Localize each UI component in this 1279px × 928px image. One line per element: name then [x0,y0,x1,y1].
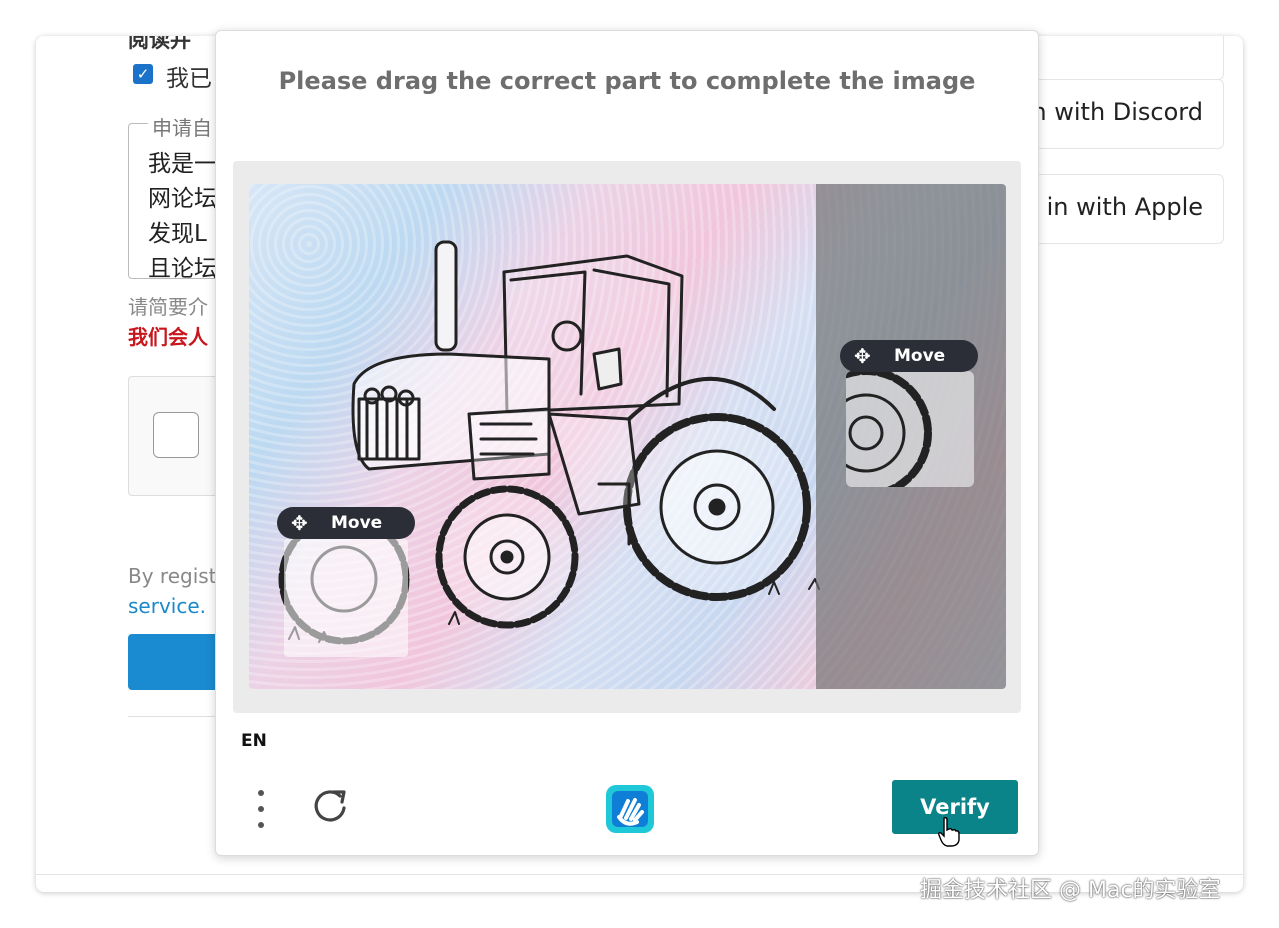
hcaptcha-hand-logo[interactable] [604,783,656,835]
terms-text: By regist [128,564,217,588]
missing-part-slot [284,539,408,657]
move-label: Move [894,346,946,366]
intro-legend: 申请自 [148,112,216,141]
watermark-text: 掘金技术社区 @ Mac的实验室 [920,878,1221,903]
apple-login-label: in with Apple [1046,193,1203,221]
vertical-dots-icon[interactable] [256,787,266,831]
move-arrows-icon: ✥ [291,511,308,535]
captcha-checkbox[interactable] [153,412,199,458]
agree-checkbox-label: 我已 [166,66,212,92]
wheel-fragment-icon [846,371,932,487]
intro-line: 网论坛 [148,186,217,212]
intro-line: 我是一 [148,151,217,177]
intro-line: 且论坛 [148,256,217,282]
social-login-button[interactable] [1016,36,1224,80]
refresh-icon[interactable] [310,786,350,826]
challenge-prompt: Please drag the correct part to complete… [278,67,976,95]
discord-login-label: n with Discord [1031,98,1203,126]
move-label: Move [331,513,383,533]
intro-hint: 请简要介 [128,295,208,319]
move-handle-target[interactable]: ✥ Move [277,507,415,539]
language-selector[interactable]: EN [241,731,267,751]
captcha-challenge-dialog: Please drag the correct part to complete… [215,30,1039,856]
move-handle-piece[interactable]: ✥ Move [840,340,978,372]
intro-warning: 我们会人 [128,325,208,349]
section-heading: 阅读并 [128,36,191,52]
terms-link[interactable]: service. [128,594,206,618]
draggable-puzzle-piece[interactable] [846,371,974,487]
apple-login-button[interactable]: in with Apple [1016,174,1224,244]
discord-login-button[interactable]: n with Discord [1016,79,1224,149]
intro-line: 发现L [148,221,207,247]
hand-cursor-icon [937,816,961,848]
move-arrows-icon: ✥ [854,344,871,368]
agree-checkbox[interactable]: ✓ [133,64,153,84]
